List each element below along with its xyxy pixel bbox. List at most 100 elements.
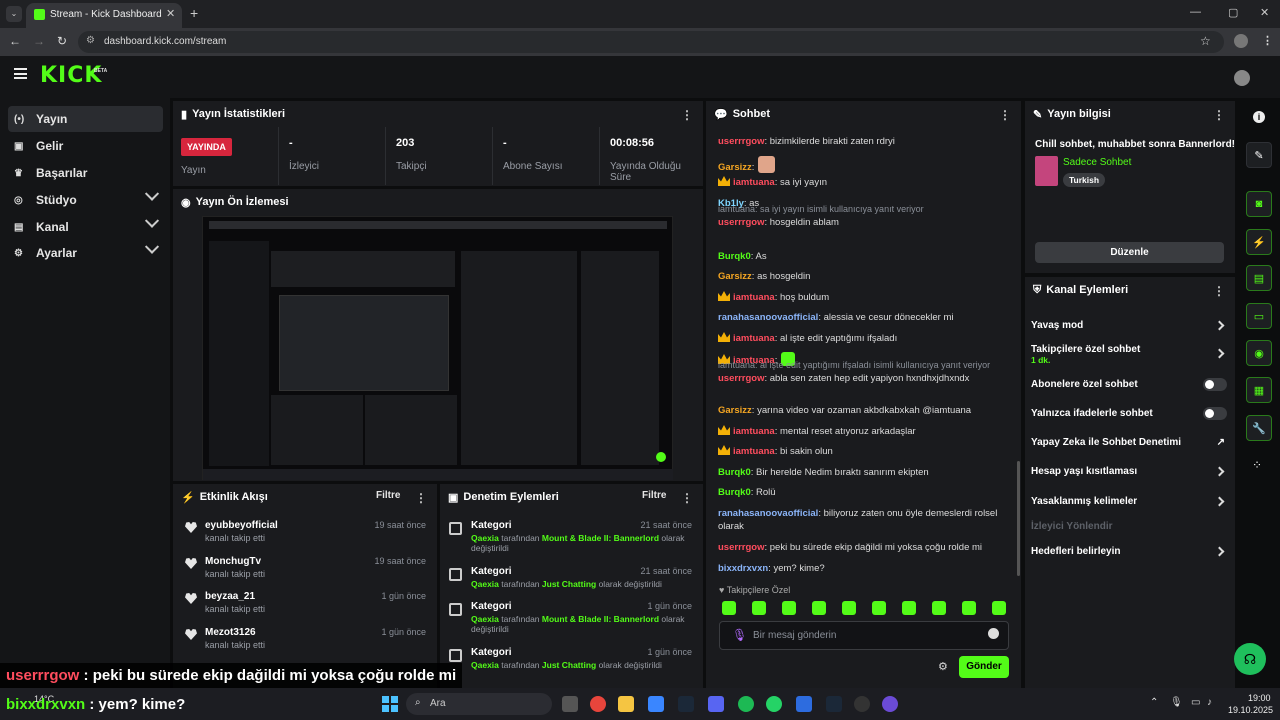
taskbar-search[interactable]: ⌕ Ara xyxy=(406,693,552,715)
chrome-icon[interactable] xyxy=(590,696,606,712)
action-followers-only[interactable]: Takipçilere özel sohbet 1 dk. xyxy=(1031,344,1227,365)
emoji-icon[interactable] xyxy=(988,628,999,639)
activity-filter-button[interactable]: Filtre xyxy=(376,490,400,501)
chat-username[interactable]: Burqk0 xyxy=(718,487,751,498)
tab-close-icon[interactable]: ✕ xyxy=(166,7,175,20)
stream-preview-video[interactable] xyxy=(202,216,673,480)
user-avatar[interactable] xyxy=(1234,70,1250,86)
emote-icon[interactable] xyxy=(932,601,946,615)
new-tab-icon[interactable]: + xyxy=(190,5,198,21)
browser-menu-icon[interactable]: ⋮ xyxy=(1262,34,1273,47)
emote-icon[interactable] xyxy=(992,601,1006,615)
more-options-icon[interactable]: ⋮ xyxy=(681,108,693,122)
chat-settings-icon[interactable]: ⚙ xyxy=(938,660,948,673)
minimize-icon[interactable]: — xyxy=(1190,6,1201,18)
chat-username[interactable]: iamtuana xyxy=(733,177,775,188)
chat-username[interactable]: Burqk0 xyxy=(718,467,751,478)
emotes-only-toggle[interactable] xyxy=(1203,407,1227,420)
action-slow-mode[interactable]: Yavaş mod xyxy=(1031,320,1227,331)
windows-start-icon[interactable] xyxy=(382,696,398,712)
emote-icon[interactable] xyxy=(902,601,916,615)
chat-username[interactable]: iamtuana xyxy=(733,446,775,457)
chat-username[interactable]: userrrgow xyxy=(718,542,764,553)
mic-icon[interactable]: 🎙 xyxy=(732,628,747,642)
chat-username[interactable]: Garsizz xyxy=(718,162,752,173)
spotify-icon[interactable] xyxy=(738,696,754,712)
emote-icon[interactable] xyxy=(842,601,856,615)
action-emotes-only[interactable]: Yalnızca ifadelerle sohbet xyxy=(1031,407,1227,420)
chat-username[interactable]: bixxdrxvxn xyxy=(718,563,768,574)
emote-icon[interactable] xyxy=(962,601,976,615)
bookmark-star-icon[interactable]: ☆ xyxy=(1200,34,1211,48)
moderation-filter-button[interactable]: Filtre xyxy=(642,490,666,501)
category-name[interactable]: Sadece Sohbet xyxy=(1063,157,1131,168)
task-view-icon[interactable] xyxy=(562,696,578,712)
reload-icon[interactable]: ↻ xyxy=(57,34,67,48)
chat-username[interactable]: Garsizz xyxy=(718,405,752,416)
back-icon[interactable]: ← xyxy=(9,34,21,48)
action-account-age[interactable]: Hesap yaşı kısıtlaması xyxy=(1031,466,1227,477)
action-ai-moderation[interactable]: Yapay Zeka ile Sohbet Denetimi ↗ xyxy=(1031,437,1227,448)
mic-tray-icon[interactable]: 🎙 xyxy=(1170,697,1183,708)
emote-icon[interactable] xyxy=(782,601,796,615)
sidebar-item-studyo[interactable]: ◎ Stüdyo xyxy=(8,186,163,213)
file-explorer-icon[interactable] xyxy=(618,696,634,712)
network-icon[interactable]: ▭ xyxy=(1191,697,1200,708)
lightning-tool-icon[interactable]: ⚡ xyxy=(1246,229,1272,255)
chat-scrollbar[interactable] xyxy=(1017,461,1020,576)
more-options-icon[interactable]: ⋮ xyxy=(681,491,693,505)
chat-username[interactable]: iamtuana xyxy=(733,426,775,437)
chat-username[interactable]: Burqk0 xyxy=(718,251,751,262)
chat-username[interactable]: userrrgow xyxy=(718,217,764,228)
action-subscribers-only[interactable]: Abonelere özel sohbet xyxy=(1031,378,1227,391)
notes-tool-icon[interactable]: ▤ xyxy=(1246,265,1272,291)
emote-icon[interactable] xyxy=(752,601,766,615)
app-icon[interactable] xyxy=(796,696,812,712)
forward-icon[interactable]: → xyxy=(33,34,45,48)
browser-tab[interactable]: Stream - Kick Dashboard ✕ xyxy=(26,3,182,28)
tray-chevron-icon[interactable]: ⌃ xyxy=(1150,697,1158,708)
more-options-icon[interactable]: ⋮ xyxy=(1213,284,1225,298)
chat-username[interactable]: userrrgow xyxy=(718,136,764,147)
more-options-icon[interactable]: ⋮ xyxy=(1213,108,1225,122)
more-options-icon[interactable]: ⋮ xyxy=(999,108,1011,122)
obs-icon[interactable] xyxy=(854,696,870,712)
edit-button[interactable]: Düzenle xyxy=(1035,242,1224,263)
action-set-goals[interactable]: Hedefleri belirleyin xyxy=(1031,546,1227,557)
hamburger-menu-icon[interactable] xyxy=(14,68,27,79)
chat-username[interactable]: userrrgow xyxy=(718,373,764,384)
steam-icon-2[interactable] xyxy=(826,696,842,712)
close-window-icon[interactable]: ✕ xyxy=(1260,6,1269,19)
apps-icon[interactable]: ⁘ xyxy=(1252,458,1262,472)
profile-avatar[interactable] xyxy=(1234,34,1248,48)
emote-icon[interactable] xyxy=(812,601,826,615)
chat-input[interactable]: 🎙 Bir mesaj gönderin xyxy=(719,621,1009,650)
volume-icon[interactable]: ♪ xyxy=(1207,697,1212,708)
tab-list-button[interactable]: ⌄ xyxy=(6,6,22,22)
sidebar-item-yayin[interactable]: (•) Yayın xyxy=(8,106,163,132)
kick-logo[interactable]: KICK xyxy=(40,63,102,88)
action-banned-words[interactable]: Yasaklanmış kelimeler xyxy=(1031,496,1227,507)
chat-tool-icon[interactable]: ▭ xyxy=(1246,303,1272,329)
wrench-tool-icon[interactable]: 🔧 xyxy=(1246,415,1272,441)
chat-username[interactable]: ranahasanoovaofficial xyxy=(718,312,818,323)
chat-username[interactable]: Garsizz xyxy=(718,271,752,282)
chat-username[interactable]: ranahasanoovaofficial xyxy=(718,508,818,519)
broadcast-tool-icon[interactable]: ◉ xyxy=(1246,340,1272,366)
whatsapp-icon[interactable] xyxy=(766,696,782,712)
media-player-icon[interactable] xyxy=(882,696,898,712)
sidebar-item-gelir[interactable]: ▣ Gelir xyxy=(8,133,163,159)
maximize-icon[interactable]: ▢ xyxy=(1228,6,1238,19)
emote-icon[interactable] xyxy=(722,601,736,615)
site-info-icon[interactable]: ⚙ xyxy=(86,35,95,46)
chat-username[interactable]: iamtuana xyxy=(733,292,775,303)
layout-tool-icon[interactable]: ▦ xyxy=(1246,377,1272,403)
more-options-icon[interactable]: ⋮ xyxy=(415,491,427,505)
edit-tool-icon[interactable]: ✎ xyxy=(1246,142,1272,168)
url-bar[interactable]: ⚙ dashboard.kick.com/stream ☆ xyxy=(78,31,1224,53)
record-tool-icon[interactable]: ◙ xyxy=(1246,191,1272,217)
steam-icon[interactable] xyxy=(678,696,694,712)
sidebar-item-basarilar[interactable]: ♛ Başarılar xyxy=(8,160,163,186)
chat-username[interactable]: iamtuana xyxy=(733,333,775,344)
subscribers-only-toggle[interactable] xyxy=(1203,378,1227,391)
